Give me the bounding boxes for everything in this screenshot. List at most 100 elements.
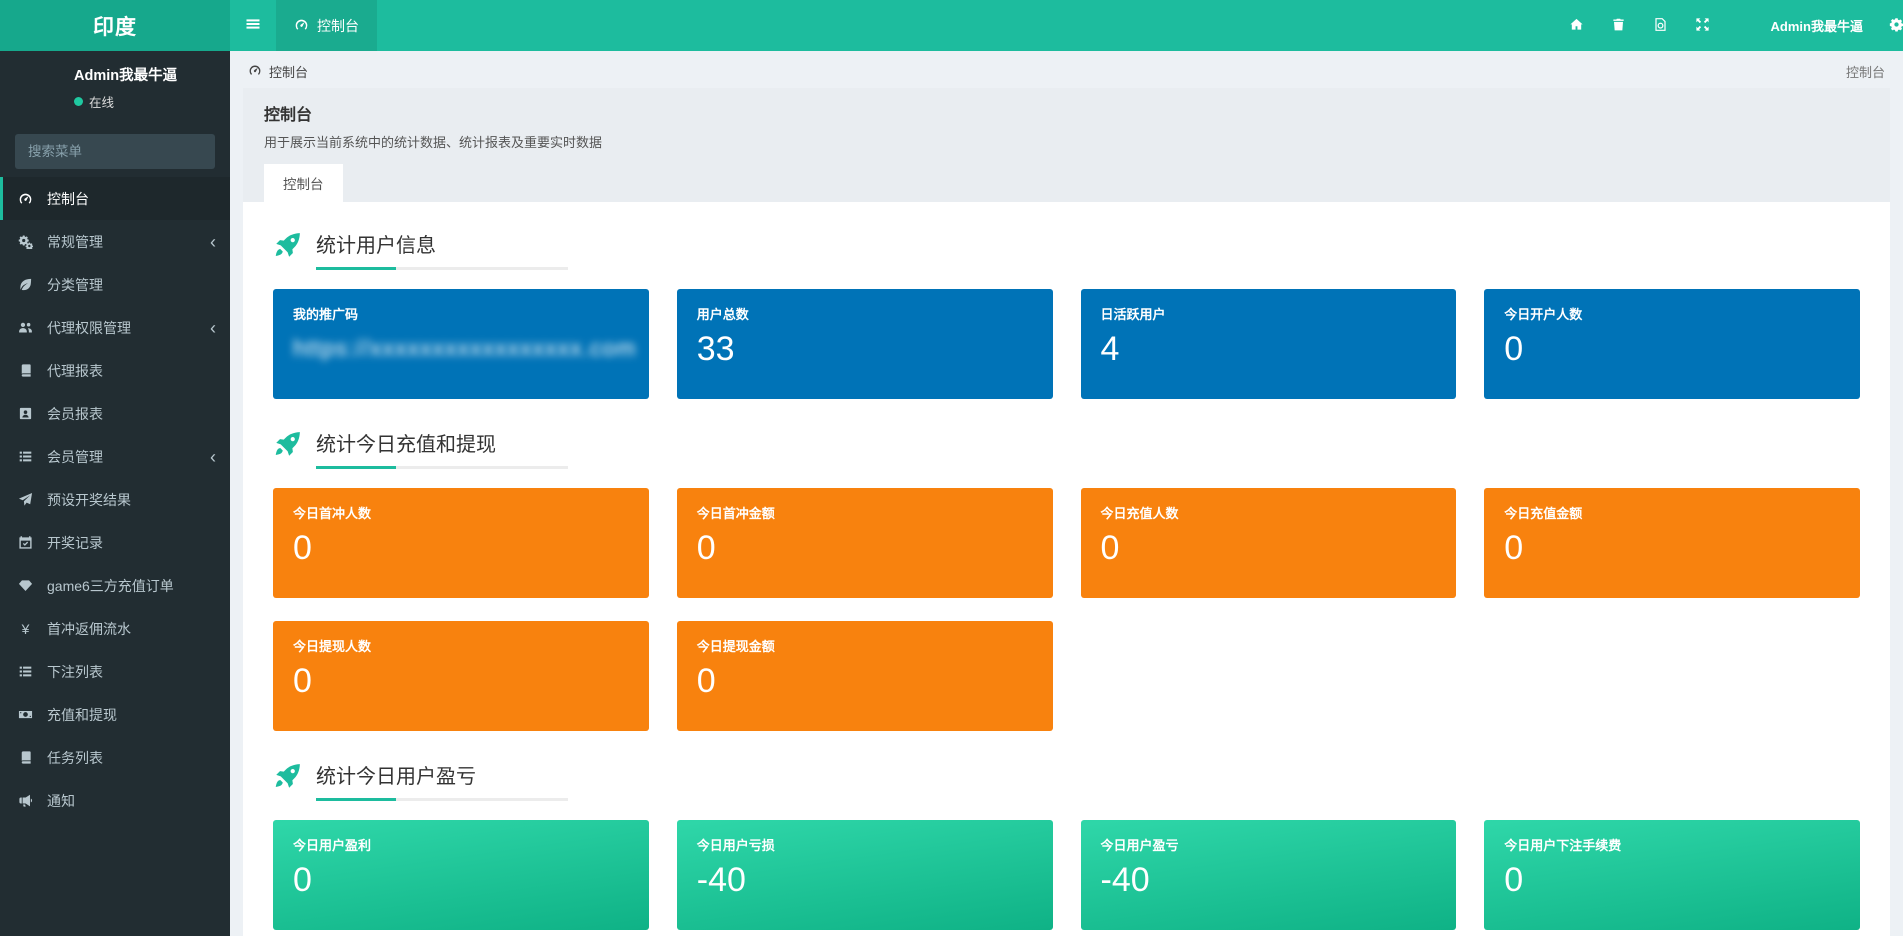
sidebar-item-label: 会员报表 [47,404,103,424]
sidebar-item-label: 控制台 [47,189,89,209]
navbar-tab-console[interactable]: 控制台 [276,0,377,51]
fullscreen-icon [1695,17,1710,35]
gem-icon [15,578,36,593]
list-icon [15,664,36,679]
section-heading: 统计用户信息 [273,229,1860,270]
breadcrumb-console-link[interactable]: 控制台 [248,62,308,81]
sidebar-item-console[interactable]: 控制台 [0,177,230,220]
money-icon [15,707,36,722]
stat-card-value: 0 [293,664,629,700]
navbar-user-menu[interactable]: Admin我最牛逼 [1724,13,1875,39]
sidebar-item-game6-orders[interactable]: game6三方充值订单 [0,564,230,607]
app-root: 印度 控制台 Admin我最牛逼 Admin我最牛逼 [0,0,1903,936]
brand-logo[interactable]: 印度 [0,0,230,51]
gauge-icon [248,63,262,80]
section-underline [316,798,568,801]
sidebar-item-bet-list[interactable]: 下注列表 [0,650,230,693]
stat-card-label: 今日提现人数 [293,636,629,655]
sidebar-item-label: 预设开奖结果 [47,490,131,510]
page-title: 控制台 [264,101,1869,125]
fullscreen-button[interactable] [1682,0,1724,51]
gauge-icon [15,191,36,206]
rocket-icon [273,429,303,464]
yen-icon: ¥ [15,622,36,636]
stat-section-2: 统计今日用户盈亏今日用户盈利0今日用户亏损-40今日用户盈亏-40今日用户下注手… [273,760,1860,930]
breadcrumb: 控制台 控制台 [230,51,1903,88]
bullhorn-icon [15,793,36,808]
sidebar-item-member-report[interactable]: 会员报表 [0,392,230,435]
stat-card: 我的推广码https://xxxxxxxxxxxxxxxxx.com [273,289,649,399]
page-description: 用于展示当前系统中的统计数据、统计报表及重要实时数据 [264,132,1869,151]
stat-card-value-redacted: https://xxxxxxxxxxxxxxxxx.com [293,336,629,360]
stat-card-value: 0 [1101,531,1437,567]
sidebar-item-notice[interactable]: 通知 [0,779,230,822]
sidebar-item-general-manage[interactable]: 常规管理‹ [0,220,230,263]
sidebar-item-agent-permission[interactable]: 代理权限管理‹ [0,306,230,349]
clear-cache-button[interactable] [1640,0,1682,51]
sidebar-item-label: 通知 [47,791,75,811]
stat-card-label: 今日用户亏损 [697,835,1033,854]
navbar-tab-label: 控制台 [317,16,359,36]
sidebar-item-draw-record[interactable]: 开奖记录 [0,521,230,564]
list-icon [15,449,36,464]
page-header: 控制台 用于展示当前系统中的统计数据、统计报表及重要实时数据 控制台 [243,88,1890,202]
section-title: 统计今日充值和提现 [316,428,568,457]
sidebar-menu: 控制台常规管理‹分类管理代理权限管理‹ 代理报表会员报表会员管理‹ 预设开奖结果开奖… [0,177,230,822]
sidebar-item-agent-report[interactable]: 代理报表 [0,349,230,392]
stat-card: 今日充值人数0 [1081,488,1457,598]
sidebar-item-label: 代理报表 [47,361,103,381]
brand-title: 印度 [93,11,137,41]
clear-trash-button[interactable] [1598,0,1640,51]
sidebar-item-label: game6三方充值订单 [47,576,174,596]
stat-card: 今日用户盈亏-40 [1081,820,1457,930]
sidebar-item-member-manage[interactable]: 会员管理‹ [0,435,230,478]
gears-icon [15,234,36,249]
leaf-icon [15,277,36,292]
stat-card: 今日充值金额0 [1484,488,1860,598]
stat-card-label: 今日充值金额 [1504,503,1840,522]
sidebar-item-label: 开奖记录 [47,533,103,553]
sidebar-item-category-manage[interactable]: 分类管理 [0,263,230,306]
dashboard-panel: 统计用户信息我的推广码https://xxxxxxxxxxxxxxxxx.com… [243,202,1890,936]
stat-card-label: 今日开户人数 [1504,304,1840,323]
home-button[interactable] [1556,0,1598,51]
settings-button[interactable] [1875,0,1903,51]
users-icon [15,320,36,335]
online-status-label: 在线 [89,92,114,111]
stat-card-label: 今日提现金额 [697,636,1033,655]
sidebar-toggle-button[interactable] [230,0,276,51]
rocket-icon [273,761,303,796]
tab-bar: 控制台 [264,164,1869,202]
sidebar-username: Admin我最牛逼 [74,64,177,85]
sidebar-item-label: 任务列表 [47,748,103,768]
navbar-right: Admin我最牛逼 [1556,0,1903,51]
section-title: 统计今日用户盈亏 [316,760,568,789]
sidebar-item-recharge-withdraw[interactable]: 充值和提现 [0,693,230,736]
avatar [15,65,61,111]
sidebar-item-task-list[interactable]: 任务列表 [0,736,230,779]
stat-card: 今日首冲人数0 [273,488,649,598]
hamburger-icon [245,16,261,35]
stat-card-value: 0 [293,863,629,899]
trash-icon [1611,17,1626,35]
calendar-icon [15,535,36,550]
stat-card-value: 0 [697,531,1033,567]
stat-card: 今日首冲金额0 [677,488,1053,598]
search-input[interactable] [15,134,215,169]
tab-console[interactable]: 控制台 [264,164,343,202]
book-icon [15,363,36,378]
online-status: 在线 [74,92,177,111]
home-icon [1569,17,1584,35]
sidebar-item-preset-result[interactable]: 预设开奖结果 [0,478,230,521]
section-underline [316,267,568,270]
navbar-username: Admin我最牛逼 [1771,16,1863,35]
section-heading: 统计今日用户盈亏 [273,760,1860,801]
stat-card: 用户总数33 [677,289,1053,399]
stat-card-value: 0 [1504,863,1840,899]
stat-card: 今日开户人数0 [1484,289,1860,399]
card-grid: 我的推广码https://xxxxxxxxxxxxxxxxx.com 用户总数33… [273,289,1860,399]
breadcrumb-right-label: 控制台 [1846,62,1885,81]
rocket-icon [273,230,303,265]
stat-card-value: -40 [697,863,1033,899]
sidebar-item-first-rebate[interactable]: ¥首冲返佣流水 [0,607,230,650]
